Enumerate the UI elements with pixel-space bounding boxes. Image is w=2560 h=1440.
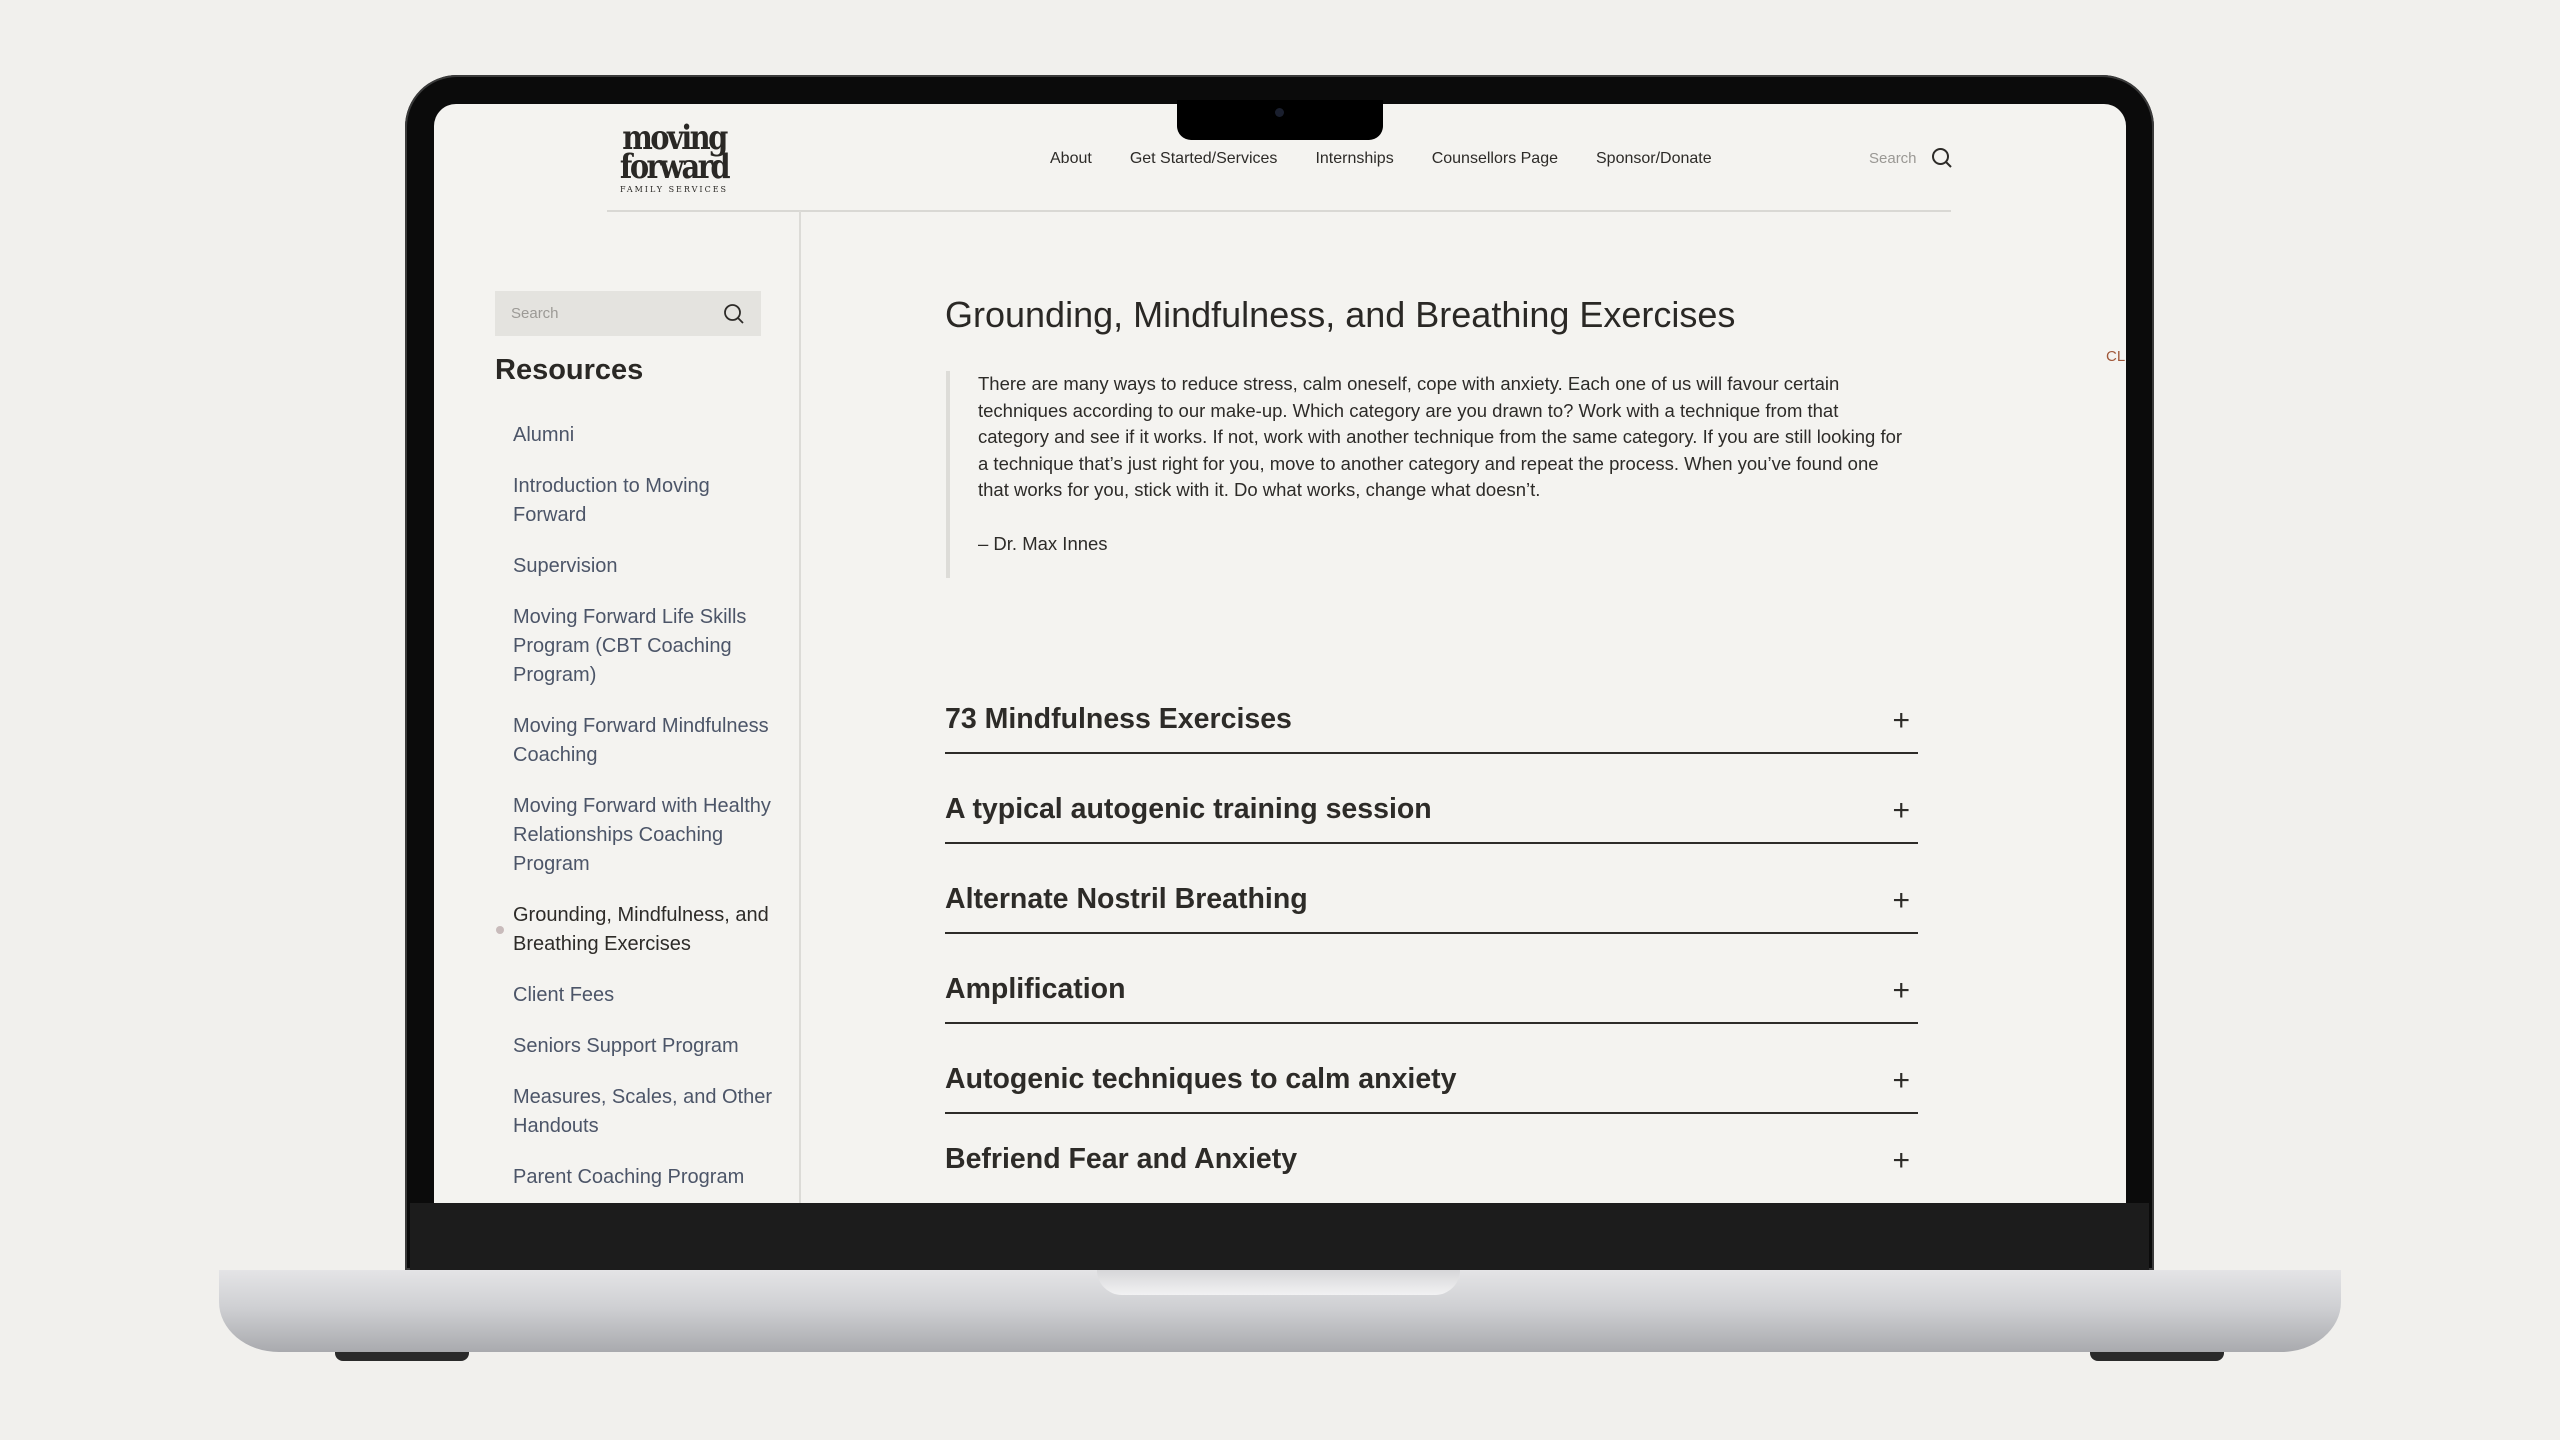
quote-text: There are many ways to reduce stress, ca… xyxy=(978,373,1903,501)
sidebar-item-label: Grounding, Mindfulness, and Breathing Ex… xyxy=(513,904,769,955)
accordion-item[interactable]: Befriend Fear and Anxiety + xyxy=(945,1114,1918,1184)
plus-icon[interactable]: + xyxy=(1892,1066,1910,1096)
sidebar-item[interactable]: Moving Forward with Healthy Relationship… xyxy=(513,792,773,879)
camera-notch xyxy=(1177,100,1383,140)
sidebar-list: Alumni Introduction to Moving Forward Su… xyxy=(496,421,773,1203)
plus-icon[interactable]: + xyxy=(1892,706,1910,736)
sidebar-title: Resources xyxy=(495,354,644,386)
laptop-foot xyxy=(335,1352,469,1361)
accordion-item[interactable]: 73 Mindfulness Exercises + xyxy=(945,664,1918,754)
accordion-heading: 73 Mindfulness Exercises xyxy=(945,703,1292,735)
sidebar-search-input[interactable]: Search xyxy=(495,291,761,336)
sidebar-item[interactable]: Supervision xyxy=(513,552,773,581)
nav-counsellors[interactable]: Counsellors Page xyxy=(1432,150,1558,168)
sidebar-item[interactable]: Measures, Scales, and Other Handouts xyxy=(513,1083,773,1141)
sidebar-item[interactable]: Introduction to Moving Forward xyxy=(513,472,773,530)
laptop-base xyxy=(219,1270,2341,1352)
nav-get-started[interactable]: Get Started/Services xyxy=(1130,150,1278,168)
laptop-lid-notch xyxy=(1097,1270,1460,1295)
accordion-item[interactable]: Alternate Nostril Breathing + xyxy=(945,844,1918,934)
sidebar-item[interactable]: Client Fees xyxy=(513,981,773,1010)
header-search[interactable]: Search xyxy=(1869,147,1953,169)
laptop-foot xyxy=(2090,1352,2224,1361)
main-nav: About Get Started/Services Internships C… xyxy=(1050,150,1712,168)
laptop-chin xyxy=(410,1203,2149,1270)
logo[interactable]: moving forward FAMILY SERVICES xyxy=(607,121,741,196)
header-divider xyxy=(607,210,1951,212)
accordion-heading: Alternate Nostril Breathing xyxy=(945,883,1308,915)
search-icon[interactable] xyxy=(1931,147,1953,169)
plus-icon[interactable]: + xyxy=(1892,976,1910,1006)
nav-sponsor[interactable]: Sponsor/Donate xyxy=(1596,150,1712,168)
accordion-heading: Befriend Fear and Anxiety xyxy=(945,1143,1298,1175)
camera-icon xyxy=(1275,108,1284,117)
accordion-heading: A typical autogenic training session xyxy=(945,793,1432,825)
plus-icon[interactable]: + xyxy=(1892,796,1910,826)
sidebar-item[interactable]: Parent Coaching Program xyxy=(513,1163,773,1192)
accordion-item[interactable]: A typical autogenic training session + xyxy=(945,754,1918,844)
sidebar-divider xyxy=(799,211,801,1203)
accordion-heading: Amplification xyxy=(945,973,1126,1005)
accordion-item[interactable]: Amplification + xyxy=(945,934,1918,1024)
accordion-item[interactable]: Autogenic techniques to calm anxiety + xyxy=(945,1024,1918,1114)
accordion: 73 Mindfulness Exercises + A typical auto… xyxy=(945,664,1918,1184)
sidebar-item[interactable]: Moving Forward Life Skills Program (CBT … xyxy=(513,603,773,690)
header-search-placeholder: Search xyxy=(1869,149,1917,167)
screen: moving forward FAMILY SERVICES About Get… xyxy=(434,104,2126,1203)
plus-icon[interactable]: + xyxy=(1892,886,1910,916)
page-title: Grounding, Mindfulness, and Breathing Ex… xyxy=(945,294,1736,335)
sidebar-item[interactable]: Moving Forward Mindfulness Coaching xyxy=(513,712,773,770)
sidebar-item[interactable]: Alumni xyxy=(513,421,773,450)
nav-about[interactable]: About xyxy=(1050,150,1092,168)
active-dot-icon xyxy=(496,926,504,934)
sidebar-search-placeholder: Search xyxy=(511,305,559,322)
search-icon[interactable] xyxy=(723,303,745,325)
sidebar-item-active[interactable]: Grounding, Mindfulness, and Breathing Ex… xyxy=(496,901,773,959)
sidebar-item[interactable]: Seniors Support Program xyxy=(513,1032,773,1061)
accordion-heading: Autogenic techniques to calm anxiety xyxy=(945,1063,1457,1095)
quote-block: There are many ways to reduce stress, ca… xyxy=(946,371,1906,578)
nav-internships[interactable]: Internships xyxy=(1315,150,1393,168)
quote-author: – Dr. Max Innes xyxy=(978,532,1108,554)
plus-icon[interactable]: + xyxy=(1892,1146,1910,1176)
side-fragment: CL xyxy=(2106,348,2126,365)
